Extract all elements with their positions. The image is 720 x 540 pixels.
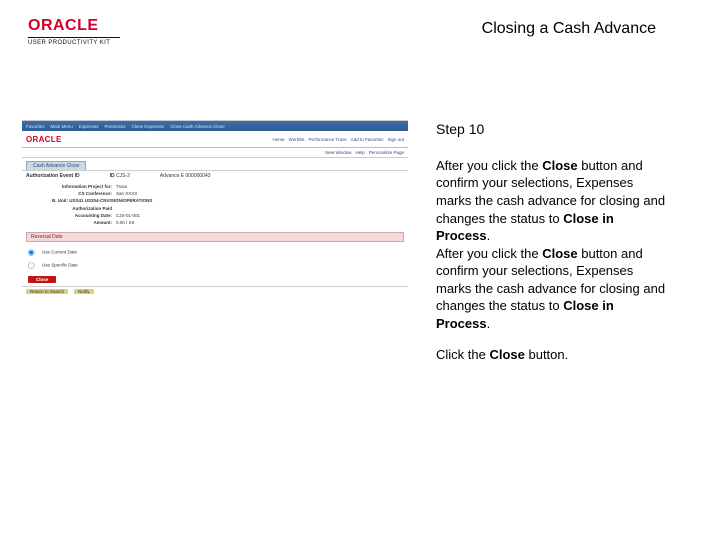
breadcrumb-item: Close Expenses — [132, 124, 165, 129]
id-label: ID — [110, 173, 115, 179]
instruction-panel: Step 10 After you click the Close button… — [436, 120, 700, 364]
breadcrumb-item: Main Menu — [51, 124, 73, 129]
app-link-signout[interactable]: Sign out — [387, 137, 404, 142]
app-link-help[interactable]: Help — [355, 150, 364, 155]
field-accounting-date-value: CJS-01-001 — [116, 212, 140, 219]
app-footer: Return to Search Notify — [22, 286, 408, 298]
tab-cash-advance-close[interactable]: Cash Advance Close — [26, 161, 86, 170]
summary-row: Authorization Event ID ID CJS-2 Advance … — [22, 171, 408, 181]
radio-use-current-date-label: Use Current Date — [42, 250, 77, 255]
app-link-home[interactable]: Home — [273, 137, 285, 142]
brand-logo-divider — [28, 37, 120, 38]
app-link-performance-trace[interactable]: Performance Trace — [308, 137, 346, 142]
radio-use-current-date[interactable] — [28, 249, 35, 256]
brand-logo-text: ORACLE — [28, 18, 120, 34]
text: After you click the — [436, 158, 542, 173]
notify-button[interactable]: Notify — [74, 289, 94, 294]
text: After you click the — [436, 246, 542, 261]
field-info-project-label: Information Project for: — [52, 183, 112, 190]
reversal-date-options: Use Current Date Use Specific Date — [22, 244, 408, 276]
radio-use-specific-date[interactable] — [28, 262, 35, 269]
text: button. — [525, 347, 568, 362]
app-brand-logo: ORACLE — [26, 135, 62, 144]
advance-value: 000000043 — [186, 173, 211, 179]
field-amount-value: 0.00 / SS — [116, 219, 135, 226]
field-accounting-date-label: Accounting Date: — [52, 212, 112, 219]
instruction-paragraph-1: After you click the Close button and con… — [436, 157, 666, 245]
radio-use-specific-date-label: Use Specific Date — [42, 263, 78, 268]
details-block: Information Project for: Trace CS Confere… — [22, 181, 408, 230]
breadcrumb-item: Close Cash Advance Close — [170, 124, 225, 129]
auth-event-label: Authorization Event ID — [26, 173, 80, 179]
return-to-search-button[interactable]: Return to Search — [26, 289, 68, 294]
id-value: CJS-2 — [116, 173, 130, 179]
app-screenshot: Favorites Main Menu Expenses Processes C… — [22, 120, 408, 364]
breadcrumb-item: Processes — [105, 124, 126, 129]
instruction-action: Click the Close button. — [436, 346, 666, 364]
text-bold: Close — [542, 246, 577, 261]
reversal-date-section[interactable]: Reversal Date — [26, 232, 404, 242]
app-subheader: New Window Help Personalize Page — [22, 148, 408, 158]
text-bold: Close — [542, 158, 577, 173]
breadcrumb-item: Expenses — [79, 124, 99, 129]
app-header-links: Home Worklist Performance Trace Add to F… — [273, 137, 404, 142]
brand-logo-subtext: USER PRODUCTIVITY KIT — [28, 40, 120, 46]
field-conference-value: San XXXX — [116, 190, 137, 197]
text-bold: Close — [489, 347, 524, 362]
text: . — [487, 228, 491, 243]
app-link-worklist[interactable]: Worklist — [289, 137, 305, 142]
field-info-project-value: Trace — [116, 183, 127, 190]
close-button[interactable]: Close — [28, 276, 56, 283]
step-label: Step 10 — [436, 120, 666, 139]
field-conference-label: CS Conference: — [52, 190, 112, 197]
advance-label: Advance E — [160, 173, 184, 179]
field-auth-paid-label: Authorization Paid — [52, 205, 112, 212]
text: Click the — [436, 347, 489, 362]
brand-logo: ORACLE USER PRODUCTIVITY KIT — [28, 18, 120, 46]
field-bunit-value: B. Unit: USS41 US204-CNVISION\OPERATIONS — [52, 197, 152, 204]
field-amount-label: Amount: — [52, 219, 112, 226]
page-title: Closing a Cash Advance — [482, 20, 656, 38]
app-link-personalize[interactable]: Personalize Page — [369, 150, 404, 155]
app-link-add-favorites[interactable]: Add to Favorites — [351, 137, 384, 142]
breadcrumb-item: Favorites — [26, 124, 45, 129]
app-link-new-window[interactable]: New Window — [325, 150, 351, 155]
instruction-paragraph-2: After you click the Close button and con… — [436, 245, 666, 333]
text: . — [487, 316, 491, 331]
app-breadcrumb-bar: Favorites Main Menu Expenses Processes C… — [22, 121, 408, 131]
